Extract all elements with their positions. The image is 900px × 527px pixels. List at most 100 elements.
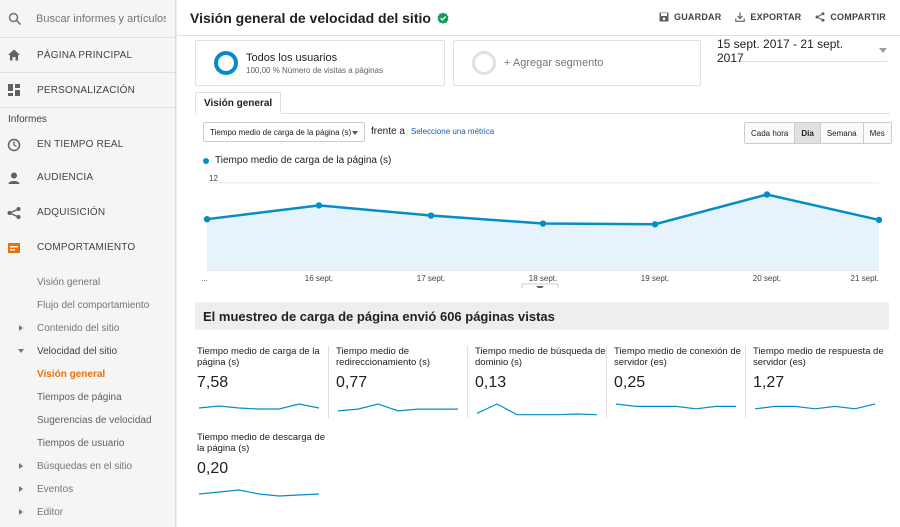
reports-section-label: Informes [8,114,47,125]
sparkline [198,489,320,497]
sparkline [337,403,458,412]
metric-value: 1,27 [753,374,785,391]
line-chart: 126...16 sept.17 sept.18 sept.19 sept.20… [201,174,883,288]
events-link[interactable]: Eventos [0,478,175,501]
save-button[interactable]: GUARDAR [659,12,721,22]
sparkline [198,403,320,410]
data-point [315,202,323,209]
granularity-day-button[interactable]: Día [795,123,821,143]
segment-subtitle: 100,00 % Número de visitas a páginas [246,65,383,75]
behavior-flow-link[interactable]: Flujo del comportamiento [0,294,175,317]
metric-card[interactable]: Tiempo medio de conexión de servidor (es… [614,346,746,418]
sparkline-path [198,403,320,410]
metric-label: Tiempo medio de descarga de la página (s… [197,432,325,454]
person-icon [7,171,21,185]
site-search-link[interactable]: Búsquedas en el sitio [0,455,175,478]
metric-label: Tiempo medio de carga de la página (s) [197,346,320,368]
granularity-toggle: Cada hora Día Semana Mes [744,122,892,144]
header-actions: GUARDAR EXPORTAR COMPARTIR [659,12,886,22]
granularity-month-button[interactable]: Mes [863,123,891,143]
metric-card[interactable]: Tiempo medio de redireccionamiento (s) 0,… [336,346,468,418]
sparkline-path [615,403,736,410]
y-tick-label: 12 [209,174,218,183]
metric-value: 7,58 [197,374,229,391]
x-tick-label: 17 sept. [417,274,445,283]
nav-customization[interactable]: PERSONALIZACIÓN [0,73,175,108]
legend-dot [203,157,209,164]
nav-acquisition-label: ADQUISICIÓN [37,207,106,218]
sparkline-path [198,489,320,497]
nav-audience-label: AUDIENCIA [37,172,94,183]
metric-value: 0,25 [614,374,646,391]
nav-acquisition[interactable]: ADQUISICIÓN [0,195,175,230]
tab-divider [195,113,890,114]
metric-select-value: Tiempo medio de carga de la página (s) [210,127,352,137]
add-segment-button[interactable]: + Agregar segmento [453,40,701,86]
nav-behavior[interactable]: COMPORTAMIENTO [0,230,175,265]
export-icon [735,12,746,22]
export-label: EXPORTAR [750,12,802,22]
metric-card[interactable]: Tiempo medio de búsqueda de dominio (s) 0… [475,346,607,418]
tab-overview[interactable]: Visión general [195,92,282,114]
nav-realtime-label: EN TIEMPO REAL [37,139,124,150]
x-tick-label: 16 sept. [305,274,333,283]
share-icon [815,12,825,22]
metric-card[interactable]: Tiempo medio de carga de la página (s) 7,… [197,346,329,418]
x-tick-label: 19 sept. [641,274,669,283]
clock-icon [7,138,21,152]
granularity-week-button[interactable]: Semana [820,123,864,143]
site-content-link[interactable]: Contenido del sitio [0,317,175,340]
publisher-link[interactable]: Editor [0,501,175,524]
search-icon [8,12,22,25]
nav-realtime[interactable]: EN TIEMPO REAL [0,129,175,160]
data-point [203,215,211,223]
select-metric-link[interactable]: Seleccione una métrica [411,127,494,136]
segment-ring-icon [214,51,238,75]
behavior-icon [7,241,21,255]
segment-title: Todos los usuarios [246,51,338,64]
chart-legend: Tiempo medio de carga de la página (s) [203,155,391,166]
nav-behavior-label: COMPORTAMIENTO [37,242,136,253]
verified-check-icon [437,12,449,24]
nav-home[interactable]: PÁGINA PRINCIPAL [0,38,175,73]
site-speed-link[interactable]: Velocidad del sitio [0,340,175,363]
page-timings-link[interactable]: Tiempos de página [0,386,175,409]
sidebar: PÁGINA PRINCIPAL PERSONALIZACIÓN Informe… [0,0,176,527]
export-button[interactable]: EXPORTAR [735,12,801,22]
sparkline [754,403,876,410]
sparkline [615,403,736,410]
x-tick-label: ... [201,274,208,283]
data-point [539,220,547,227]
granularity-hourly-button[interactable]: Cada hora [745,123,796,143]
add-segment-label: + Agregar segmento [504,57,604,69]
dashboard-icon [7,83,21,97]
home-icon [7,48,21,62]
metric-select[interactable]: Tiempo medio de carga de la página (s) [203,122,365,142]
site-speed-overview-link[interactable]: Visión general [0,363,175,386]
data-point [427,212,435,219]
date-range-picker[interactable]: 15 sept. 2017 - 21 sept. 2017 [717,37,887,65]
empty-segment-ring-icon [472,51,496,75]
main-content: Visión general de velocidad del sitio GU… [177,0,900,527]
sampling-banner: El muestreo de carga de página envió 606… [195,302,889,330]
chevron-down-icon [352,131,358,135]
save-label: GUARDAR [674,12,722,22]
page-title: Visión general de velocidad del sitio [190,9,431,26]
x-tick-label: 21 sept. [851,274,879,283]
search-input[interactable] [36,12,166,25]
speed-suggestions-link[interactable]: Sugerencias de velocidad [0,409,175,432]
metric-card[interactable]: Tiempo medio de descarga de la página (s… [197,432,329,504]
behavior-overview-link[interactable]: Visión general [0,271,175,294]
nav-audience[interactable]: AUDIENCIA [0,160,175,195]
metric-card[interactable]: Tiempo medio de respuesta de servidor (e… [753,346,885,418]
segment-all-users[interactable]: Todos los usuarios 100,00 % Número de vi… [195,40,445,86]
x-tick-label: 18 sept. [529,274,557,283]
sparkline-path [476,403,598,416]
user-timings-link[interactable]: Tiempos de usuario [0,432,175,455]
metric-value: 0,20 [197,460,229,477]
search-bar [0,0,175,38]
share-button[interactable]: COMPARTIR [815,12,886,22]
metric-label: Tiempo medio de conexión de servidor (es… [614,346,741,368]
share-label: COMPARTIR [830,12,886,22]
metric-label: Tiempo medio de búsqueda de dominio (s) [475,346,606,368]
